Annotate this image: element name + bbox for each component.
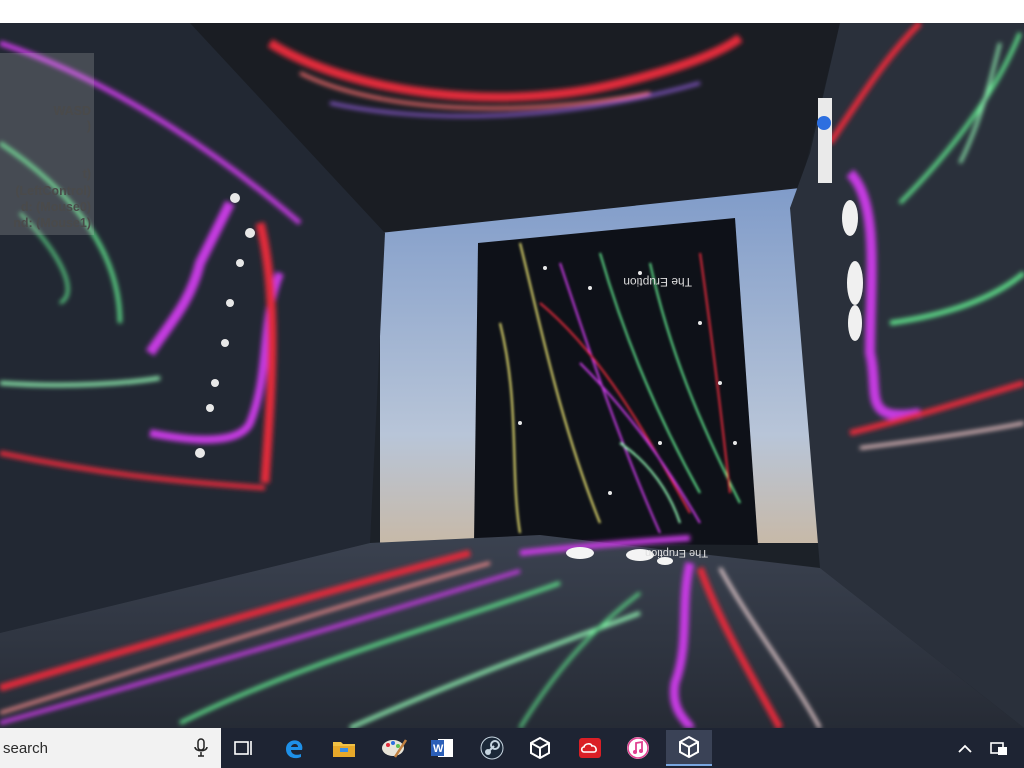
help-line: nd: (Mouse1) — [13, 216, 91, 230]
unity-active-window-icon[interactable] — [666, 730, 712, 766]
taskbar: search W — [0, 728, 1024, 768]
help-line: t) — [82, 167, 91, 181]
help-line: d: (Mouse0) — [20, 200, 91, 214]
paint-icon[interactable] — [374, 732, 414, 764]
poster-title-text: The Eruption — [623, 275, 692, 289]
game-viewport[interactable]: The Eruption The Eruption WASD ) t) (Lef… — [0, 23, 1024, 728]
show-hidden-icons-chevron-icon[interactable] — [956, 740, 974, 758]
svg-text:W: W — [433, 743, 444, 755]
task-view-icon[interactable] — [224, 732, 264, 764]
right-wall-logo — [817, 98, 832, 183]
steam-icon[interactable] — [472, 732, 512, 764]
help-line: ) — [86, 119, 91, 133]
help-line: (LeftControl) — [15, 184, 91, 198]
network-icon[interactable] — [989, 740, 1009, 758]
controls-help-overlay: WASD ) t) (LeftControl) d: (Mouse0) nd: … — [0, 53, 94, 235]
file-explorer-icon[interactable] — [324, 732, 364, 764]
taskbar-search-box[interactable]: search — [0, 728, 221, 768]
itunes-icon[interactable] — [618, 732, 658, 764]
window-top-strip — [0, 0, 1024, 23]
scene-render: The Eruption The Eruption — [0, 23, 1024, 728]
creative-cloud-icon[interactable] — [570, 732, 610, 764]
floor-title-text: The Eruption — [645, 547, 708, 559]
microphone-icon[interactable] — [193, 738, 209, 758]
unity-icon[interactable] — [520, 732, 560, 764]
edge-browser-icon[interactable] — [274, 732, 314, 764]
help-line: WASD — [53, 104, 92, 118]
search-placeholder: search — [3, 740, 49, 757]
word-icon[interactable]: W — [422, 732, 462, 764]
